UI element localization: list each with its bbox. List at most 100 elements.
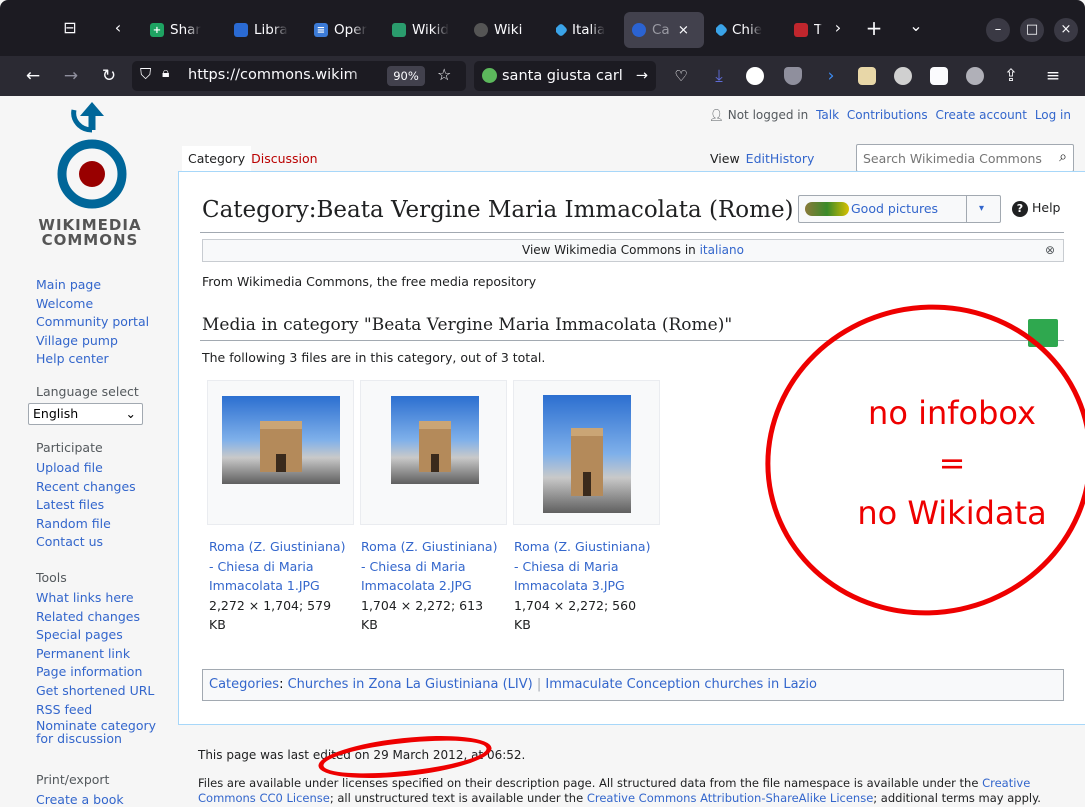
close-tab-icon[interactable]: × [678,22,689,38]
tab-category[interactable]: Category [182,146,252,173]
bookmark-star-icon[interactable]: ☆ [437,65,451,84]
gallery-thumbnail-3[interactable] [513,380,660,525]
downloads-icon[interactable]: ⤓ [708,56,730,96]
sidebar-item-village-pump[interactable]: Village pump [36,332,149,351]
sidebar-item-get-shortened-url[interactable]: Get shortened URL [36,682,156,701]
browser-tab[interactable]: Wikid [392,12,456,48]
browser-tab[interactable]: Wiki [474,12,536,48]
browser-tab[interactable]: Italia [556,12,618,48]
search-go-icon[interactable]: → [636,61,648,91]
browser-tab[interactable]: ≡ Oper [314,12,374,48]
notes-extension-icon[interactable] [858,67,876,85]
search-icon[interactable]: ⌕ [1059,149,1067,165]
sidebar-item-main-page[interactable]: Main page [36,276,149,295]
close-banner-icon[interactable]: ⊗ [1045,240,1055,261]
lock-extension-icon[interactable] [930,67,948,85]
puzzle-extension-icon[interactable] [966,67,984,85]
gallery-thumbnail-1[interactable] [207,380,354,525]
browser-tab[interactable]: + Shar [150,12,212,48]
file-link-2[interactable]: Roma (Z. Giustiniana) - Chiesa di Maria Im… [361,537,511,596]
church-photo-2[interactable] [391,396,479,484]
maximize-window-icon[interactable]: □ [1020,18,1044,42]
sidebar-item-help-center[interactable]: Help center [36,350,149,369]
sidebar-item-random-file[interactable]: Random file [36,515,136,534]
category-link-2[interactable]: Immaculate Conception churches in Lazio [545,677,817,692]
zoom-level-badge[interactable]: 90% [387,66,425,86]
sidebar-item-what-links-here[interactable]: What links here [36,589,156,608]
category-link-1[interactable]: Churches in Zona La Giustiniana (LIV) [288,677,533,692]
gallery-thumbnail-2[interactable] [360,380,507,525]
categories-label-link[interactable]: Categories [209,677,279,692]
shield-icon[interactable]: ⛉ [140,65,151,83]
sidebar-item-rss-feed[interactable]: RSS feed [36,701,156,720]
sidebar-item-create-a-book[interactable]: Create a book [36,791,124,807]
browser-tab[interactable]: Chie [716,12,778,48]
page-title: Category:Beata Vergine Maria Immacolata … [202,197,794,223]
church-photo-3[interactable] [543,395,631,513]
gallery-caption-3: Roma (Z. Giustiniana) - Chiesa di Maria Im… [514,537,664,635]
scroll-tabs-right-icon[interactable]: › [828,14,848,42]
sidebar-item-recent-changes[interactable]: Recent changes [36,478,136,497]
sidebar-item-related-changes[interactable]: Related changes [36,608,156,627]
search-bar[interactable]: santa giusta carl → [474,61,656,91]
extension-arrow-icon[interactable]: › [820,56,842,96]
contributions-link[interactable]: Contributions [847,108,928,122]
category-separator: | [532,677,546,692]
tab-view[interactable]: View [704,146,746,172]
share-icon[interactable]: ⇪ [1000,56,1022,96]
sidebar-item-contact-us[interactable]: Contact us [36,533,136,552]
url-bar[interactable]: ⛉ 🔒︎ https://commons.wikim 90% ☆ [132,61,466,91]
create-account-link[interactable]: Create account [935,108,1027,122]
sidebar-item-community-portal[interactable]: Community portal [36,313,149,332]
wikimedia-commons-logo[interactable]: WIKIMEDIA COMMONS [30,102,150,252]
dropdown-divider [966,196,967,222]
browser-tab[interactable]: T [794,12,828,48]
banner-language-link[interactable]: italiano [700,243,744,257]
tab-discussion[interactable]: Discussion [251,146,317,172]
tab-history[interactable]: History [770,146,814,172]
tab-list-icon[interactable]: ⊟ [56,14,84,42]
tab-favicon-icon [474,23,488,37]
tab-edit[interactable]: Edit [746,146,770,172]
reload-icon[interactable]: ↻ [96,56,122,96]
language-select[interactable]: English ⌄ [28,403,143,425]
browser-tab-active[interactable]: Ca × [624,12,704,48]
file-link-3[interactable]: Roma (Z. Giustiniana) - Chiesa di Maria Im… [514,537,664,596]
pocket-icon[interactable]: ♡ [670,56,692,96]
sidebar-item-permanent-link[interactable]: Permanent link [36,645,156,664]
file-link-1[interactable]: Roma (Z. Giustiniana) - Chiesa di Maria Im… [209,537,359,596]
search-box[interactable]: ⌕ [856,144,1074,172]
sidebar-item-page-information[interactable]: Page information [36,663,156,682]
not-logged-in-text: Not logged in [727,108,809,122]
forward-icon[interactable]: → [58,56,84,96]
help-link[interactable]: ? Help [1012,200,1060,217]
new-tab-button[interactable]: + [862,14,886,42]
sidebar-item-latest-files[interactable]: Latest files [36,496,136,515]
talk-link[interactable]: Talk [816,108,839,122]
cc-by-sa-license-link[interactable]: Creative Commons Attribution-ShareAlike … [587,791,873,805]
url-text[interactable]: https://commons.wikim [188,67,386,83]
scroll-tabs-left-icon[interactable]: ‹ [106,14,130,42]
back-icon[interactable]: ← [20,56,46,96]
leaf-extension-icon[interactable] [894,67,912,85]
browser-tab[interactable]: Libra [234,12,294,48]
chevron-down-icon[interactable]: ▾ [979,196,984,222]
sidebar-item-welcome[interactable]: Welcome [36,295,149,314]
file-meta-2: 1,704 × 2,272; 613 [361,597,484,613]
list-all-tabs-button[interactable]: ⌄ [904,12,928,40]
wordpress-extension-icon[interactable] [746,67,764,85]
privacy-extension-icon[interactable] [784,67,802,85]
sidebar-item-nominate-category-2[interactable]: for discussion [36,732,156,745]
sidebar-item-special-pages[interactable]: Special pages [36,626,156,645]
hamburger-menu-icon[interactable]: ≡ [1040,56,1066,96]
minimize-window-icon[interactable]: – [986,18,1010,42]
church-photo-1[interactable] [222,396,340,484]
sidebar-item-upload-file[interactable]: Upload file [36,459,136,478]
good-pictures-dropdown[interactable]: Good pictures ▾ [798,195,1001,223]
lock-icon[interactable]: 🔒︎ [162,65,169,81]
search-input[interactable] [857,145,1043,171]
close-window-icon[interactable]: × [1054,18,1078,42]
logo-wordmark-line2: COMMONS [41,231,139,249]
title-underline [200,232,1064,233]
log-in-link[interactable]: Log in [1035,108,1071,122]
